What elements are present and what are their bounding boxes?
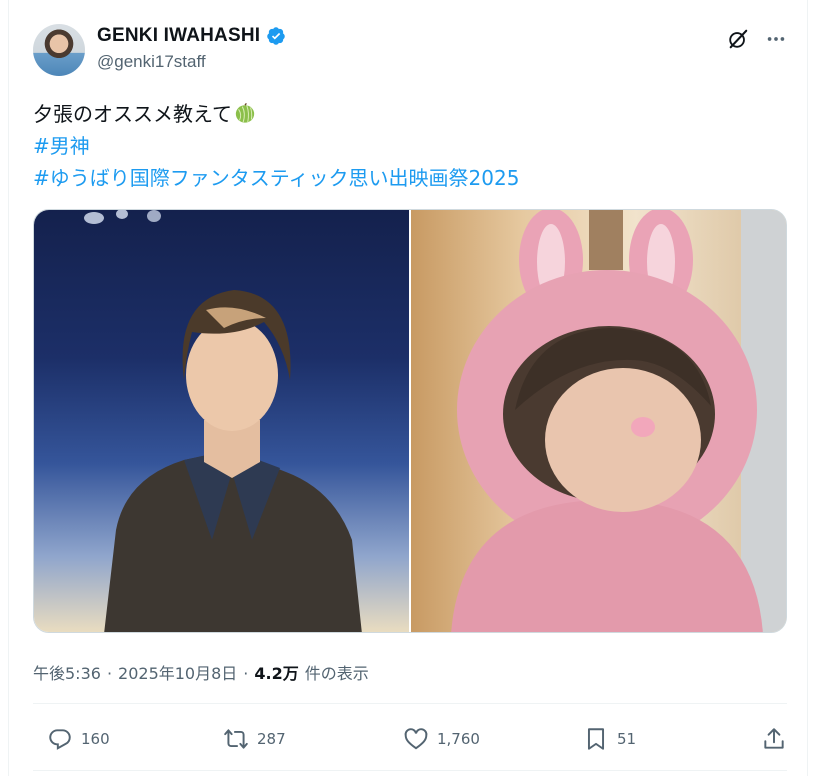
divider bbox=[33, 703, 787, 704]
bookmark-count: 51 bbox=[617, 730, 637, 748]
views-count: 4.2万 bbox=[254, 664, 299, 683]
tweet-meta: 午後5:36 · 2025年10月8日 · 4.2万 件の表示 bbox=[33, 660, 369, 684]
bookmark-icon bbox=[587, 728, 605, 750]
like-count: 1,760 bbox=[437, 730, 480, 748]
meta-separator: · bbox=[243, 664, 249, 683]
photo-2-illustration bbox=[451, 210, 786, 632]
meta-separator: · bbox=[106, 664, 113, 683]
grok-icon[interactable] bbox=[727, 28, 749, 50]
reply-count: 160 bbox=[81, 730, 110, 748]
tweet-card: GENKI IWAHASHI @genki17staff 夕張のオススメ教えて … bbox=[8, 0, 808, 776]
display-name[interactable]: GENKI IWAHASHI bbox=[97, 25, 260, 47]
share-button[interactable] bbox=[761, 726, 787, 752]
avatar[interactable] bbox=[33, 24, 85, 76]
tweet-time[interactable]: 午後5:36 bbox=[33, 660, 101, 684]
divider bbox=[33, 770, 787, 771]
photo-1-illustration bbox=[84, 210, 362, 632]
reply-button[interactable]: 160 bbox=[47, 726, 110, 752]
hashtag-link-2[interactable]: #ゆうばり国際ファンタスティック思い出映画祭2025 bbox=[33, 162, 519, 194]
like-button[interactable]: 1,760 bbox=[403, 726, 480, 752]
bookmark-button[interactable]: 51 bbox=[583, 726, 636, 752]
photo-2[interactable] bbox=[411, 210, 786, 632]
views-label: 件の表示 bbox=[304, 664, 369, 683]
tweet-text-line-1: 夕張のオススメ教えて bbox=[33, 98, 519, 130]
retweet-count: 287 bbox=[257, 730, 286, 748]
more-icon[interactable] bbox=[765, 28, 787, 50]
reply-icon bbox=[49, 729, 71, 750]
hashtag-link-1[interactable]: #男神 bbox=[33, 130, 519, 162]
photo-1[interactable] bbox=[34, 210, 409, 632]
tweet-text: 夕張のオススメ教えて #男神 #ゆうばり国際ファンタスティック思い出映画祭202… bbox=[33, 98, 519, 194]
tweet-date[interactable]: 2025年10月8日 bbox=[118, 660, 237, 684]
handle[interactable]: @genki17staff bbox=[97, 52, 206, 72]
melon-emoji-icon bbox=[235, 102, 255, 123]
like-icon bbox=[404, 728, 428, 750]
retweet-icon bbox=[224, 729, 248, 749]
tweet-text-body: 夕張のオススメ教えて bbox=[33, 102, 232, 126]
media-grid bbox=[33, 209, 787, 633]
share-icon bbox=[764, 728, 784, 749]
action-bar: 160 287 1,760 51 bbox=[33, 712, 787, 766]
verified-badge-icon bbox=[267, 27, 286, 45]
retweet-button[interactable]: 287 bbox=[223, 726, 286, 752]
author-name-row: GENKI IWAHASHI bbox=[97, 25, 286, 47]
